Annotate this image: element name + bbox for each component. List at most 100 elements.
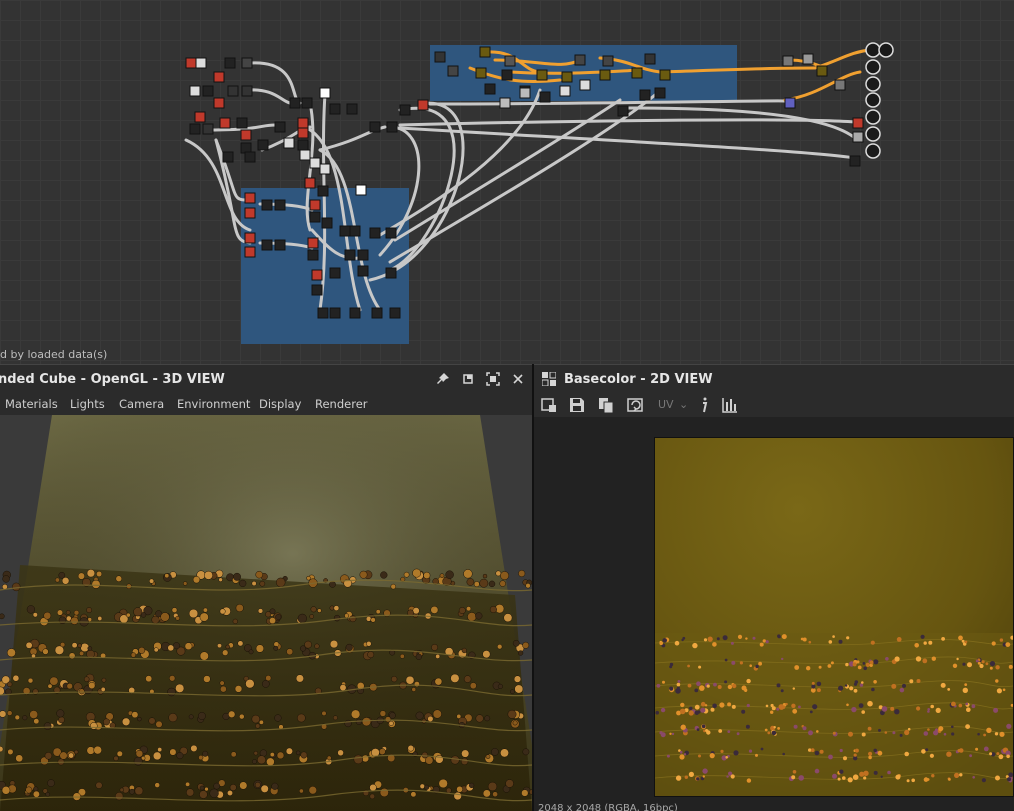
- graph-node[interactable]: [317, 185, 329, 197]
- output-node[interactable]: [878, 42, 894, 58]
- graph-node[interactable]: [399, 104, 411, 116]
- graph-node[interactable]: [357, 265, 369, 277]
- graph-node[interactable]: [355, 184, 367, 196]
- graph-node[interactable]: [479, 46, 491, 58]
- graph-node[interactable]: [385, 227, 397, 239]
- graph-node[interactable]: [602, 55, 614, 67]
- graph-node[interactable]: [329, 103, 341, 115]
- graph-node[interactable]: [311, 269, 323, 281]
- graph-node[interactable]: [349, 307, 361, 319]
- close-icon[interactable]: [510, 371, 526, 387]
- graph-node[interactable]: [213, 97, 225, 109]
- graph-node[interactable]: [194, 111, 206, 123]
- graph-node[interactable]: [244, 192, 256, 204]
- graph-node[interactable]: [346, 103, 358, 115]
- graph-node[interactable]: [202, 123, 214, 135]
- info-icon[interactable]: [696, 396, 714, 414]
- output-node[interactable]: [865, 126, 881, 142]
- graph-node[interactable]: [386, 121, 398, 133]
- graph-node[interactable]: [257, 139, 269, 151]
- graph-node[interactable]: [307, 249, 319, 261]
- graph-node[interactable]: [369, 121, 381, 133]
- graph-node[interactable]: [309, 157, 321, 169]
- graph-node[interactable]: [222, 151, 234, 163]
- restore-icon[interactable]: [460, 371, 476, 387]
- graph-node[interactable]: [344, 249, 356, 261]
- histogram-icon[interactable]: [721, 396, 739, 414]
- menu-lights[interactable]: Lights: [70, 397, 105, 411]
- graph-node[interactable]: [852, 131, 864, 143]
- graph-node[interactable]: [501, 69, 513, 81]
- graph-node[interactable]: [319, 163, 331, 175]
- graph-node[interactable]: [224, 57, 236, 69]
- graph-node[interactable]: [504, 55, 516, 67]
- graph-node[interactable]: [654, 87, 666, 99]
- graph-node[interactable]: [784, 97, 796, 109]
- output-nodes[interactable]: [865, 42, 894, 159]
- output-node[interactable]: [865, 42, 881, 58]
- graph-node[interactable]: [371, 307, 383, 319]
- graph-node[interactable]: [244, 246, 256, 258]
- menu-display[interactable]: Display: [259, 397, 301, 411]
- uv-label[interactable]: UV: [658, 398, 674, 411]
- graph-node[interactable]: [202, 85, 214, 97]
- graph-node[interactable]: [261, 239, 273, 251]
- copy-icon[interactable]: [597, 396, 615, 414]
- graph-node[interactable]: [599, 69, 611, 81]
- graph-node[interactable]: [219, 117, 231, 129]
- graph-node[interactable]: [536, 69, 548, 81]
- graph-node[interactable]: [304, 177, 316, 189]
- graph-node[interactable]: [579, 79, 591, 91]
- graph-node[interactable]: [307, 237, 319, 249]
- graph-node[interactable]: [283, 137, 295, 149]
- graph-node[interactable]: [559, 85, 571, 97]
- graph-node[interactable]: [389, 307, 401, 319]
- graph-node[interactable]: [631, 67, 643, 79]
- graph-node[interactable]: [195, 57, 207, 69]
- node-graph[interactable]: d by loaded data(s): [0, 0, 1014, 364]
- graph-node[interactable]: [319, 87, 331, 99]
- graph-node[interactable]: [309, 199, 321, 211]
- graph-node[interactable]: [539, 91, 551, 103]
- graph-node[interactable]: [297, 127, 309, 139]
- graph-node[interactable]: [475, 67, 487, 79]
- refresh-icon[interactable]: [627, 396, 645, 414]
- graph-node[interactable]: [519, 87, 531, 99]
- graph-node[interactable]: [189, 123, 201, 135]
- graph-node[interactable]: [802, 53, 814, 65]
- graph-node[interactable]: [236, 117, 248, 129]
- graph-node[interactable]: [244, 232, 256, 244]
- graph-node[interactable]: [349, 225, 361, 237]
- graph-node[interactable]: [329, 307, 341, 319]
- graph-node[interactable]: [185, 57, 197, 69]
- menu-camera[interactable]: Camera: [119, 397, 164, 411]
- menu-renderer[interactable]: Renderer: [315, 397, 368, 411]
- uv-dropdown-chevron[interactable]: ⌄: [679, 398, 688, 411]
- graph-node[interactable]: [369, 227, 381, 239]
- graph-node[interactable]: [816, 65, 828, 77]
- graph-node[interactable]: [297, 117, 309, 129]
- graph-node[interactable]: [261, 199, 273, 211]
- output-node[interactable]: [865, 92, 881, 108]
- graph-node[interactable]: [299, 149, 311, 161]
- pin-icon[interactable]: [435, 371, 451, 387]
- graph-node[interactable]: [301, 97, 313, 109]
- graph-node[interactable]: [434, 51, 446, 63]
- menu-environment[interactable]: Environment: [177, 397, 250, 411]
- graph-node[interactable]: [274, 239, 286, 251]
- graph-node[interactable]: [574, 54, 586, 66]
- graph-node[interactable]: [309, 211, 321, 223]
- graph-node[interactable]: [639, 89, 651, 101]
- graph-node[interactable]: [834, 79, 846, 91]
- graph-node[interactable]: [213, 71, 225, 83]
- graph-node[interactable]: [189, 85, 201, 97]
- save-icon[interactable]: [568, 396, 586, 414]
- export-view-icon[interactable]: [540, 396, 558, 414]
- graph-node[interactable]: [617, 105, 629, 117]
- graph-node[interactable]: [852, 117, 864, 129]
- graph-node[interactable]: [241, 57, 253, 69]
- graph-node[interactable]: [297, 139, 309, 151]
- graph-node[interactable]: [274, 199, 286, 211]
- graph-node[interactable]: [244, 207, 256, 219]
- graph-node[interactable]: [241, 85, 253, 97]
